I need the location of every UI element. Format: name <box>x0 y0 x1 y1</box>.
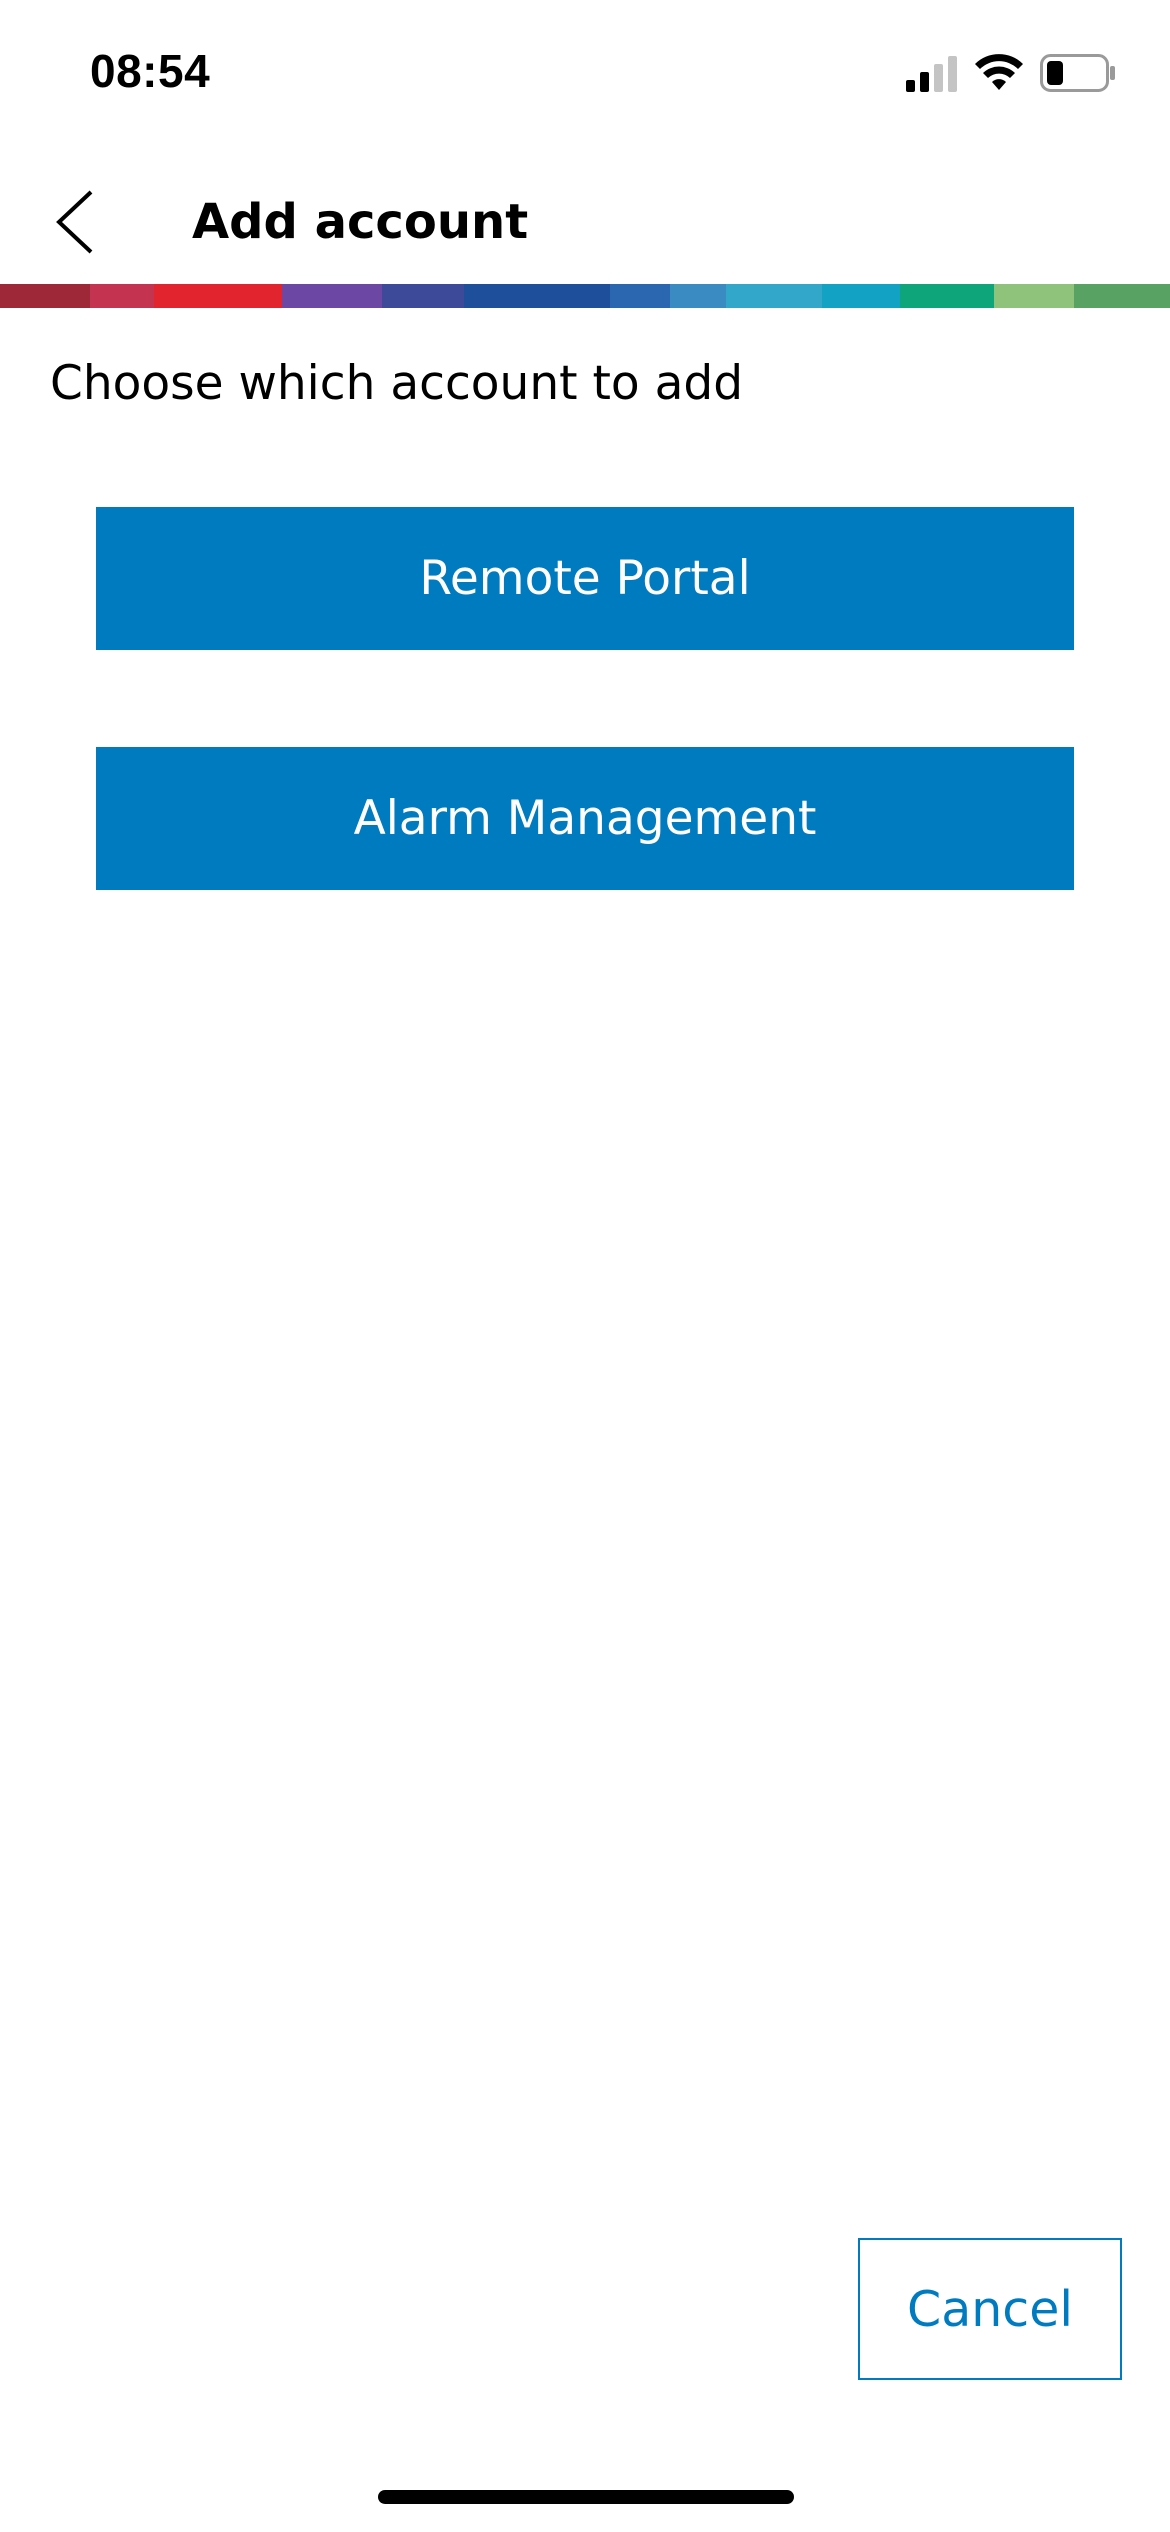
back-button[interactable] <box>40 174 110 270</box>
brand-bar-segment <box>994 284 1074 308</box>
remote-portal-button[interactable]: Remote Portal <box>96 507 1074 650</box>
cancel-button[interactable]: Cancel <box>858 2238 1122 2380</box>
header: Add account <box>0 160 1170 284</box>
brand-color-bar <box>0 284 1170 308</box>
battery-icon <box>1040 54 1115 92</box>
chevron-left-icon <box>56 190 93 254</box>
brand-bar-segment <box>464 284 610 308</box>
brand-bar-segment <box>670 284 726 308</box>
brand-bar-segment <box>822 284 900 308</box>
brand-bar-segment <box>0 284 90 308</box>
brand-bar-segment <box>382 284 464 308</box>
brand-bar-segment <box>610 284 670 308</box>
remote-portal-button-label: Remote Portal <box>419 551 751 606</box>
status-time: 08:54 <box>90 45 211 97</box>
brand-bar-segment <box>282 284 382 308</box>
alarm-management-button[interactable]: Alarm Management <box>96 747 1074 890</box>
home-indicator[interactable] <box>378 2490 794 2504</box>
page-title: Add account <box>192 194 529 250</box>
brand-bar-segment <box>154 284 282 308</box>
signal-icon <box>906 56 957 92</box>
wifi-icon <box>975 54 1023 90</box>
instruction-text: Choose which account to add <box>50 356 744 411</box>
alarm-management-button-label: Alarm Management <box>353 791 817 846</box>
status-bar: 08:54 <box>0 0 1170 140</box>
brand-bar-segment <box>726 284 822 308</box>
cancel-button-label: Cancel <box>907 2280 1073 2338</box>
brand-bar-segment <box>900 284 994 308</box>
brand-bar-segment <box>90 284 154 308</box>
brand-bar-segment <box>1074 284 1170 308</box>
